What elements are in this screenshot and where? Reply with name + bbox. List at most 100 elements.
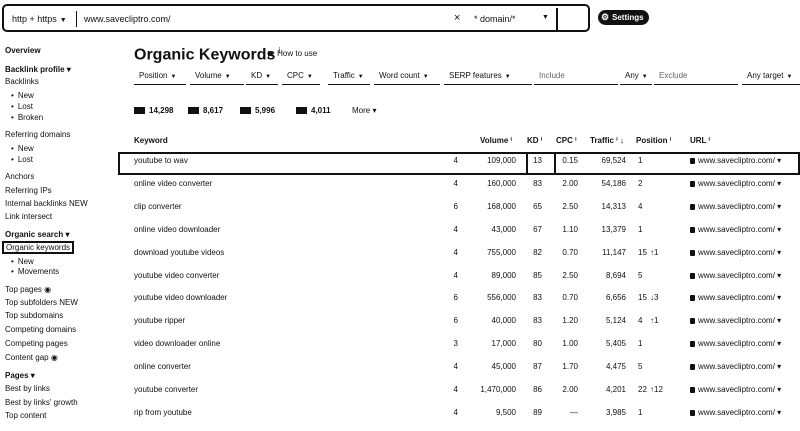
- sidebar-item-competing-pages[interactable]: Competing pages: [5, 339, 68, 348]
- sidebar-section-backlink-profile[interactable]: Backlink profile ▾: [5, 65, 71, 74]
- column-header-keyword[interactable]: Keyword: [134, 136, 168, 145]
- keyword-link[interactable]: download youtube videos: [134, 248, 334, 257]
- filter-label: CPC: [287, 71, 304, 80]
- sidebar-item-top-content[interactable]: Top content: [5, 411, 46, 420]
- keyword-link[interactable]: online video converter: [134, 179, 334, 188]
- protocol-select[interactable]: http + https ▼: [12, 14, 67, 24]
- sidebar-item-referring-domains[interactable]: Referring domains: [5, 130, 70, 139]
- sidebar-item-link-intersect[interactable]: Link intersect: [5, 212, 52, 221]
- country-stat[interactable]: 5,996: [240, 106, 275, 115]
- sidebar-item-referring-domains-lost[interactable]: Lost: [11, 155, 33, 164]
- include-input[interactable]: Include: [534, 68, 618, 85]
- table-row: youtube to wav 4 109,000 13 0.15 69,524 1 www.s…: [118, 152, 800, 175]
- lock-icon: [690, 203, 695, 210]
- url-link[interactable]: www.savecliptro.com/ ▾: [690, 408, 781, 417]
- sidebar-item-best-by-links[interactable]: Best by links: [5, 384, 50, 393]
- chevron-down-icon: ▼: [504, 74, 511, 80]
- sidebar-item-overview[interactable]: Overview: [5, 46, 41, 55]
- url-link[interactable]: www.savecliptro.com/ ▾: [690, 385, 781, 394]
- mode-select[interactable]: * domain/*: [474, 14, 516, 24]
- table-row: online video converter 4 160,000 83 2.00 54,1…: [118, 175, 800, 198]
- keyword-link[interactable]: youtube converter: [134, 385, 334, 394]
- top-bar: http + https ▼ www.savecliptro.com/ × * d…: [0, 0, 800, 36]
- keyword-link[interactable]: youtube video downloader: [134, 293, 334, 302]
- sidebar-item-content-gap[interactable]: Content gap ◉: [5, 353, 58, 362]
- site-explorer-search[interactable]: http + https ▼ www.savecliptro.com/ × * d…: [2, 4, 590, 32]
- table-row: online converter 4 45,000 87 1.70 4,475 5 www.s…: [118, 358, 800, 381]
- column-header-traffic[interactable]: Traffic ⁱ ↓: [590, 136, 624, 145]
- settings-label: Settings: [612, 13, 644, 22]
- filter-cpc[interactable]: CPC ▼: [282, 68, 320, 85]
- country-stat[interactable]: 4,011: [296, 106, 331, 115]
- url-link[interactable]: www.savecliptro.com/ ▾: [690, 225, 781, 234]
- traffic-value: 3,985: [605, 407, 626, 417]
- url-input[interactable]: www.savecliptro.com/: [84, 14, 171, 24]
- sidebar-item-referring-ips[interactable]: Referring IPs: [5, 186, 52, 195]
- cpc-value: 1.00: [562, 339, 578, 349]
- column-header-volume[interactable]: Volume ⁱ: [480, 136, 512, 145]
- lock-icon: [690, 226, 695, 233]
- sidebar-item-organic-keywords[interactable]: Organic keywords: [2, 241, 75, 254]
- protocol-label: http + https: [12, 14, 57, 24]
- target-select[interactable]: Any target ▼: [742, 68, 800, 85]
- sidebar-item-best-by-links-growth[interactable]: Best by links' growth: [5, 398, 78, 407]
- url-link[interactable]: www.savecliptro.com/ ▾: [690, 316, 781, 325]
- sidebar-section-pages[interactable]: Pages ▾: [5, 371, 35, 380]
- keyword-link[interactable]: youtube video converter: [134, 271, 334, 280]
- cpc-value: 1.10: [562, 224, 578, 234]
- table-row: youtube ripper 6 40,000 83 1.20 5,124 4 ↑1 www.s…: [118, 312, 800, 335]
- url-link[interactable]: www.savecliptro.com/ ▾: [690, 293, 781, 302]
- keyword-link[interactable]: youtube ripper: [134, 316, 334, 325]
- filter-position[interactable]: Position ▼: [134, 68, 186, 85]
- column-header-position[interactable]: Position ⁱ: [636, 136, 671, 145]
- country-stat[interactable]: 14,298: [134, 106, 173, 115]
- filter-word-count[interactable]: Word count ▼: [374, 68, 440, 85]
- url-link[interactable]: www.savecliptro.com/ ▾: [690, 339, 781, 348]
- country-stat[interactable]: 8,617: [188, 106, 223, 115]
- keyword-link[interactable]: video downloader online: [134, 339, 334, 348]
- more-countries-button[interactable]: More ▾: [352, 106, 376, 115]
- url-link[interactable]: www.savecliptro.com/ ▾: [690, 202, 781, 211]
- url-link[interactable]: www.savecliptro.com/ ▾: [690, 271, 781, 280]
- sidebar-item-top-pages[interactable]: Top pages ◉: [5, 285, 51, 294]
- close-icon[interactable]: ×: [454, 12, 460, 24]
- sidebar-item-backlinks-broken[interactable]: Broken: [11, 113, 43, 122]
- keyword-link[interactable]: rip from youtube: [134, 408, 334, 417]
- sidebar-item-internal-backlinks[interactable]: Internal backlinks NEW: [5, 199, 88, 208]
- column-header-cpc[interactable]: CPC ⁱ: [556, 136, 577, 145]
- filter-volume[interactable]: Volume ▼: [190, 68, 244, 85]
- sidebar-item-backlinks[interactable]: Backlinks: [5, 77, 39, 86]
- filter-kd[interactable]: KD ▼: [246, 68, 278, 85]
- how-to-use-link[interactable]: ▶ How to use: [268, 49, 317, 58]
- sidebar-section-organic-search[interactable]: Organic search ▾: [5, 230, 70, 239]
- sidebar-item-backlinks-new[interactable]: New: [11, 91, 34, 100]
- keyword-link[interactable]: youtube to wav: [134, 156, 334, 165]
- keyword-link[interactable]: clip converter: [134, 202, 334, 211]
- filter-traffic[interactable]: Traffic ▼: [328, 68, 370, 85]
- sidebar-item-organic-keywords-new[interactable]: New: [11, 257, 34, 266]
- url-link[interactable]: www.savecliptro.com/ ▾: [690, 248, 781, 257]
- chevron-down-icon: ▼: [59, 17, 67, 24]
- sidebar-item-anchors[interactable]: Anchors: [5, 172, 34, 181]
- sidebar-item-movements[interactable]: Movements: [11, 267, 59, 276]
- exclude-input[interactable]: Exclude: [654, 68, 738, 85]
- sidebar-item-backlinks-lost[interactable]: Lost: [11, 102, 33, 111]
- sidebar-item-referring-domains-new[interactable]: New: [11, 144, 34, 153]
- lock-icon: [690, 158, 695, 164]
- sidebar-item-competing-domains[interactable]: Competing domains: [5, 325, 76, 334]
- column-header-kd[interactable]: KD ⁱ: [527, 136, 542, 145]
- include-mode-select[interactable]: Any ▼: [620, 68, 652, 85]
- cpc-value: 2.00: [562, 178, 578, 188]
- country-stats: 14,298 8,617 5,996 4,011 More ▾: [134, 106, 434, 120]
- sidebar-item-top-subfolders[interactable]: Top subfolders NEW: [5, 298, 78, 307]
- url-link[interactable]: www.savecliptro.com/ ▾: [690, 362, 781, 371]
- filter-serp-features[interactable]: SERP features ▼: [444, 68, 532, 85]
- keyword-link[interactable]: online video downloader: [134, 225, 334, 234]
- url-link[interactable]: www.savecliptro.com/ ▾: [690, 156, 781, 165]
- traffic-value: 14,313: [601, 201, 626, 211]
- settings-button[interactable]: ⚙ Settings: [598, 10, 649, 25]
- url-link[interactable]: www.savecliptro.com/ ▾: [690, 179, 781, 188]
- keyword-link[interactable]: online converter: [134, 362, 334, 371]
- sidebar-item-top-subdomains[interactable]: Top subdomains: [5, 311, 63, 320]
- column-header-url[interactable]: URL ⁱ: [690, 136, 710, 145]
